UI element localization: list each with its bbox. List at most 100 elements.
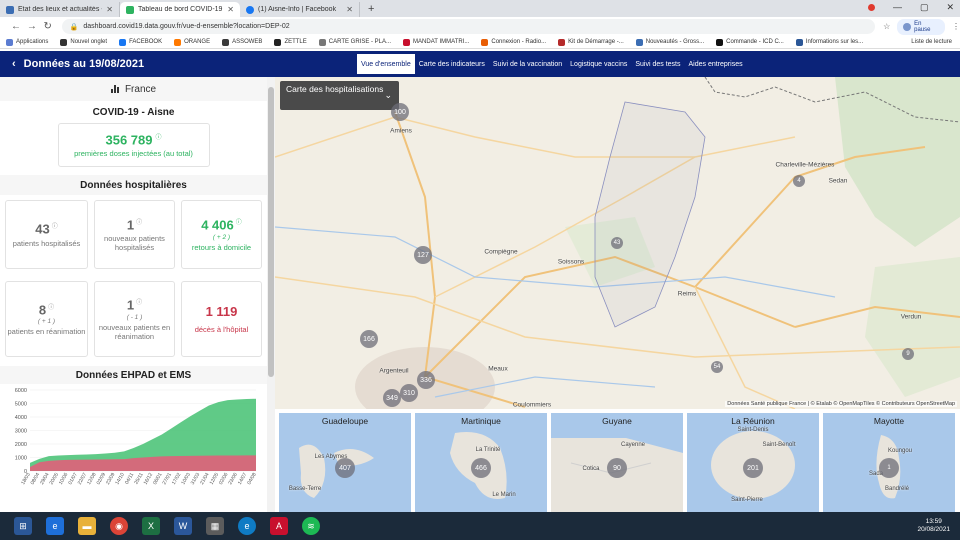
map-bubble[interactable]: 310 [400,384,418,402]
france-selector[interactable]: France [0,77,267,101]
info-icon[interactable]: ⓘ [155,135,161,141]
bookmark-item[interactable]: Connexion - Radio... [481,38,546,46]
left-scrollbar[interactable] [267,77,275,512]
map-bubble[interactable]: 100 [391,103,409,121]
browser-tab[interactable]: Etat des lieux et actualités - Mini ✕ [0,2,120,17]
map-bubble[interactable]: 127 [414,246,432,264]
map-bubble[interactable]: 466 [471,458,491,478]
bookmark-item[interactable]: Kit de Démarrage -... [558,38,624,46]
ehpad-section-title: Données EHPAD et EMS [0,366,267,384]
card-label: patients en réanimation [7,327,86,337]
tab-title: Tableau de bord COVID-19 Suivi [138,6,223,13]
map-bubble[interactable]: 4 [793,175,805,187]
browser-tab-active[interactable]: Tableau de bord COVID-19 Suivi ✕ [120,2,240,17]
nav-tab[interactable]: Suivi des tests [631,54,684,74]
bookmark-item[interactable]: CARTE GRISE - PLA... [318,38,391,46]
chevron-left-icon[interactable]: ‹ [12,58,16,70]
nav-tab[interactable]: Vue d'ensemble [357,54,415,74]
dom-title: Guadeloupe [321,416,369,426]
edge-icon[interactable]: e [238,517,256,535]
reload-button[interactable]: ↻ [40,21,56,32]
browser-toolbar: ← → ↻ 🔒 dashboard.covid19.data.gouv.fr/v… [0,17,960,36]
scrollbar-thumb[interactable] [268,87,274,377]
ie-icon[interactable]: e [46,517,64,535]
menu-icon[interactable]: ⋮ [952,22,960,31]
forward-button[interactable]: → [24,21,40,32]
bookmark-item[interactable]: ZETTLE [274,38,307,46]
map-la-reunion[interactable]: La Réunion Saint-Denis Saint-Benoît Sain… [687,413,819,512]
card-delta: ( + 1 ) [37,318,56,326]
new-tab-button[interactable]: + [368,2,374,17]
info-icon[interactable]: ⓘ [236,220,242,226]
map-bubble[interactable]: 201 [743,458,763,478]
date-title[interactable]: ‹ Données au 19/08/2021 [12,58,357,70]
map-bubble[interactable]: 9 [902,348,914,360]
info-icon[interactable]: ⓘ [48,305,54,311]
close-tab-icon[interactable]: ✕ [346,5,353,14]
acrobat-icon[interactable]: A [270,517,288,535]
address-bar[interactable]: 🔒 dashboard.covid19.data.gouv.fr/vue-d-e… [61,19,876,34]
maximize-button[interactable]: ▢ [920,2,929,13]
map-attribution[interactable]: Données Santé publique France | © Etalab… [725,401,957,407]
bookmark-item[interactable]: ASSOWEB [222,38,262,46]
card-label: nouveaux patients en réanimation [98,322,171,341]
bookmark-item[interactable]: MANDAT IMMATRI... [403,38,469,46]
card-deaths: 1 119 décès à l'hôpital [181,281,262,357]
bookmark-item[interactable]: Applications [6,38,48,46]
map-bubble[interactable]: 54 [711,361,723,373]
map-bubble[interactable]: 336 [417,371,435,389]
map-bubble[interactable]: 407 [335,458,355,478]
map-type-selector[interactable]: Carte des hospitalisations ⌄ [280,81,399,110]
browser-tab[interactable]: (1) Aisne-Info | Facebook ✕ [240,2,360,17]
system-clock[interactable]: 13:59 20/08/2021 [917,518,950,534]
start-icon[interactable]: ⊞ [14,517,32,535]
tab-title: Etat des lieux et actualités - Mini [18,6,102,13]
back-button[interactable]: ← [8,21,24,32]
map-bubble[interactable]: 90 [607,458,627,478]
map-martinique[interactable]: Martinique La Trinité Le Marin 466 [415,413,547,512]
y-tick-label: 1000 [15,456,27,462]
record-icon[interactable] [867,4,875,11]
bookmark-item[interactable]: Nouvel onglet [60,38,107,46]
close-tab-icon[interactable]: ✕ [227,5,234,14]
lock-icon[interactable]: 🔒 [70,23,79,31]
bookmark-item[interactable]: ORANGE [174,38,210,46]
map-bubble[interactable]: 349 [383,389,401,407]
france-map[interactable]: Carte des hospitalisations ⌄ Amiens Char… [275,77,960,409]
profile-button[interactable]: En pause [897,18,946,35]
bookmark-item[interactable]: Nouveautés - Gross... [635,38,704,46]
info-icon[interactable]: ⓘ [52,224,58,230]
bookmark-item[interactable]: Commande - ICD C... [716,38,784,46]
map-bubble[interactable]: 43 [611,237,623,249]
close-tab-icon[interactable]: ✕ [106,5,113,14]
nav-tab[interactable]: Suivi de la vaccination [489,54,566,74]
map-bubble[interactable]: 166 [360,330,378,348]
minimize-button[interactable]: — [893,2,902,13]
info-icon[interactable]: ⓘ [136,220,142,226]
word-icon[interactable]: W [174,517,192,535]
star-icon[interactable]: ☆ [883,22,890,31]
calculator-icon[interactable]: ▦ [206,517,224,535]
bookmark-item[interactable]: Informations sur les... [795,38,863,46]
chrome-icon[interactable]: ◉ [110,517,128,535]
nav-tabs: Vue d'ensemble Carte des indicateurs Suivi… [357,54,747,74]
folder-icon[interactable]: ▬ [78,517,96,535]
nav-tab[interactable]: Logistique vaccins [566,54,631,74]
nav-tab[interactable]: Aides entreprises [685,54,747,74]
nav-tab[interactable]: Carte des indicateurs [415,54,489,74]
card-value: 1 119 [205,304,238,319]
spotify-icon[interactable]: ≋ [302,517,320,535]
map-bubble[interactable]: 1 [879,458,899,478]
france-label: France [124,83,157,95]
bookmark-item[interactable]: FACEBOOK [119,38,162,46]
map-mayotte[interactable]: Mayotte Koungou Sada Bandrélé 1 [823,413,955,512]
map-guadeloupe[interactable]: Guadeloupe Les Abymes Basse-Terre 407 [279,413,411,512]
department-title: COVID-19 - Aisne [92,106,175,118]
map-guyane[interactable]: Guyane Cayenne Cotica 90 [551,413,683,512]
chevron-down-icon[interactable]: ⌄ [384,90,392,100]
info-icon[interactable]: ⓘ [136,300,142,306]
reading-list-link[interactable]: Liste de lecture [911,39,952,45]
avatar [903,22,912,31]
excel-icon[interactable]: X [142,517,160,535]
close-window-button[interactable]: ✕ [946,2,954,13]
